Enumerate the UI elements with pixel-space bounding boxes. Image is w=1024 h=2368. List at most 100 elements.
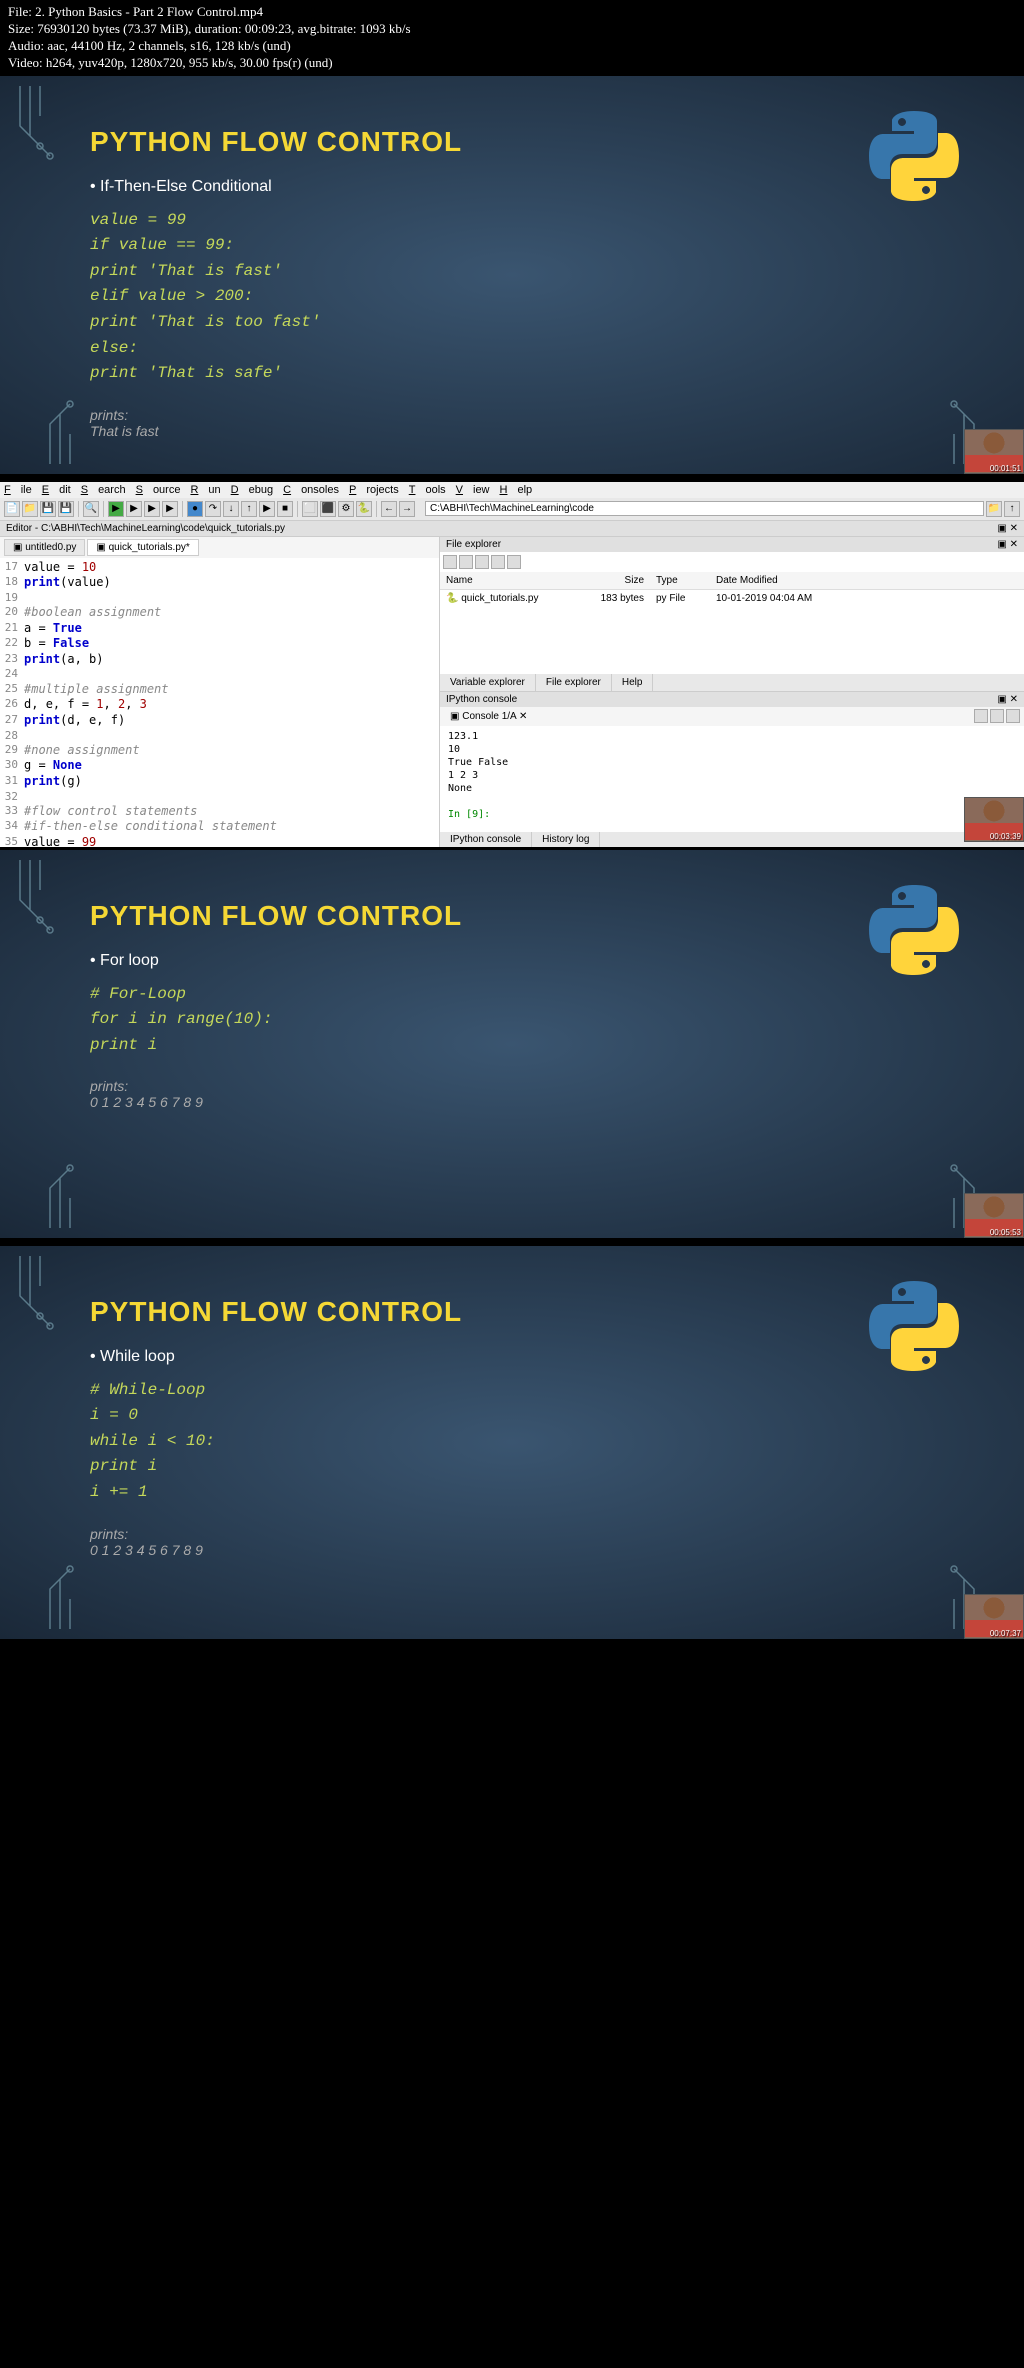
run-cell-icon[interactable]: ▶	[126, 501, 142, 517]
search-icon[interactable]: 🔍	[83, 501, 99, 517]
tab-variable-explorer[interactable]: Variable explorer	[440, 674, 536, 691]
run-selection-icon[interactable]: ▶	[144, 501, 160, 517]
circuit-decoration	[40, 1148, 100, 1228]
menu-source[interactable]: Source	[136, 484, 181, 496]
webcam-overlay: 00:05:53	[964, 1193, 1024, 1238]
menu-edit[interactable]: Edit	[42, 484, 71, 496]
tab-history-log[interactable]: History log	[532, 832, 600, 847]
slide-for-loop: PYTHON FLOW CONTROL For loop # For-Loopf…	[0, 850, 1024, 1238]
code-block: value = 99if value == 99:print 'That is …	[90, 208, 934, 387]
python-logo-icon	[864, 880, 964, 980]
save-icon[interactable]: 💾	[40, 501, 56, 517]
stop-icon[interactable]: ■	[277, 501, 293, 517]
step-out-icon[interactable]: ↑	[241, 501, 257, 517]
python-path-icon[interactable]: 🐍	[356, 501, 372, 517]
new-file-icon[interactable]: 📄	[4, 501, 20, 517]
menubar: File Edit Search Source Run Debug Consoles Proj…	[0, 482, 1024, 498]
working-dir-input[interactable]	[425, 501, 984, 516]
col-header[interactable]: Date Modified	[710, 575, 1024, 586]
menu-help[interactable]: Help	[500, 484, 533, 496]
prints-output: 0 1 2 3 4 5 6 7 8 9	[90, 1542, 934, 1558]
maximize-icon[interactable]: ⬜	[302, 501, 318, 517]
browse-icon[interactable]: 📁	[986, 501, 1002, 517]
slide-bullet: If-Then-Else Conditional	[90, 178, 934, 196]
interrupt-icon[interactable]	[974, 709, 988, 723]
debug-icon[interactable]: ●	[187, 501, 203, 517]
console-output[interactable]: 123.110True False1 2 3None In [9]:	[440, 726, 1024, 832]
circuit-decoration	[10, 86, 70, 206]
slide-title: PYTHON FLOW CONTROL	[90, 1296, 934, 1328]
options-icon[interactable]	[507, 555, 521, 569]
menu-run[interactable]: Run	[190, 484, 220, 496]
circuit-decoration	[10, 1256, 70, 1376]
tab-ipython-console[interactable]: IPython console	[440, 832, 532, 847]
menu-consoles[interactable]: Consoles	[283, 484, 339, 496]
python-logo-icon	[864, 106, 964, 206]
menu-view[interactable]: View	[456, 484, 490, 496]
parent-dir-icon[interactable]: ↑	[1004, 501, 1020, 517]
forward-icon[interactable]: →	[399, 501, 415, 517]
slide-bullet: For loop	[90, 952, 934, 970]
fullscreen-icon[interactable]: ⬛	[320, 501, 336, 517]
editor-tabs: ▣ untitled0.py ▣ quick_tutorials.py*	[0, 537, 439, 558]
continue-icon[interactable]: ▶	[259, 501, 275, 517]
menu-debug[interactable]: Debug	[231, 484, 273, 496]
menu-tools[interactable]: Tools	[409, 484, 446, 496]
prints-label: prints:	[90, 1526, 934, 1542]
circuit-decoration	[40, 1549, 100, 1629]
slide-if-else: PYTHON FLOW CONTROL If-Then-Else Conditi…	[0, 76, 1024, 474]
console-bottom-tabs: IPython console History log	[440, 832, 1024, 847]
file-row[interactable]: 🐍 quick_tutorials.py 183 bytes py File 1…	[440, 590, 1024, 607]
options-icon[interactable]	[990, 709, 1004, 723]
python-logo-icon	[864, 1276, 964, 1376]
col-header[interactable]: Type	[650, 575, 710, 586]
refresh-icon[interactable]	[491, 555, 505, 569]
step-in-icon[interactable]: ↓	[223, 501, 239, 517]
toolbar: 📄 📁 💾 💾 🔍 ▶ ▶ ▶ ▶ ● ↷ ↓ ↑ ▶ ■ ⬜ ⬛ ⚙ 🐍 ← …	[0, 498, 1024, 521]
webcam-overlay: 00:07:37	[964, 1594, 1024, 1639]
back-icon[interactable]	[443, 555, 457, 569]
back-icon[interactable]: ←	[381, 501, 397, 517]
editor-panel-header: Editor - C:\ABHI\Tech\MachineLearning\co…	[0, 521, 1024, 537]
console-tab[interactable]: ▣ Console 1/A ✕	[444, 709, 533, 724]
panel-controls[interactable]: ▣ ✕	[997, 523, 1018, 534]
menu-file[interactable]: File	[4, 484, 32, 496]
menu-search[interactable]: Search	[81, 484, 126, 496]
forward-icon[interactable]	[459, 555, 473, 569]
file-metadata: File: 2. Python Basics - Part 2 Flow Con…	[0, 0, 1024, 76]
code-block: # While-Loopi = 0while i < 10:print ii +…	[90, 1378, 934, 1506]
step-over-icon[interactable]: ↷	[205, 501, 221, 517]
up-icon[interactable]	[475, 555, 489, 569]
editor-tab-active[interactable]: ▣ quick_tutorials.py*	[87, 539, 198, 556]
editor-tab[interactable]: ▣ untitled0.py	[4, 539, 85, 556]
tab-file-explorer[interactable]: File explorer	[536, 674, 612, 691]
webcam-overlay: 00:03:39	[964, 797, 1024, 842]
col-header[interactable]: Size	[590, 575, 650, 586]
circuit-decoration	[40, 384, 100, 464]
editor-panel: ▣ untitled0.py ▣ quick_tutorials.py* 17v…	[0, 537, 440, 847]
menu-icon[interactable]	[1006, 709, 1020, 723]
prints-output: 0 1 2 3 4 5 6 7 8 9	[90, 1094, 934, 1110]
slide-bullet: While loop	[90, 1348, 934, 1366]
right-panel-tabs: Variable explorer File explorer Help	[440, 674, 1024, 691]
circuit-decoration	[10, 860, 70, 980]
slide-while-loop: PYTHON FLOW CONTROL While loop # While-L…	[0, 1246, 1024, 1639]
prints-label: prints:	[90, 1078, 934, 1094]
preferences-icon[interactable]: ⚙	[338, 501, 354, 517]
menu-projects[interactable]: Projects	[349, 484, 399, 496]
open-icon[interactable]: 📁	[22, 501, 38, 517]
webcam-overlay: 00:01:51	[964, 429, 1024, 474]
panel-controls[interactable]: ▣ ✕	[997, 539, 1018, 550]
run-config-icon[interactable]: ▶	[162, 501, 178, 517]
slide-title: PYTHON FLOW CONTROL	[90, 900, 934, 932]
file-explorer-panel: File explorer ▣ ✕ Name Size Type Date Mod…	[440, 537, 1024, 692]
prints-label: prints:	[90, 407, 934, 423]
code-block: # For-Loopfor i in range(10):print i	[90, 982, 934, 1059]
code-editor[interactable]: 17value = 1018print(value)1920#boolean a…	[0, 558, 439, 847]
panel-controls[interactable]: ▣ ✕	[997, 694, 1018, 705]
save-all-icon[interactable]: 💾	[58, 501, 74, 517]
run-icon[interactable]: ▶	[108, 501, 124, 517]
prints-output: That is fast	[90, 423, 934, 439]
tab-help[interactable]: Help	[612, 674, 654, 691]
col-header[interactable]: Name	[440, 575, 590, 586]
